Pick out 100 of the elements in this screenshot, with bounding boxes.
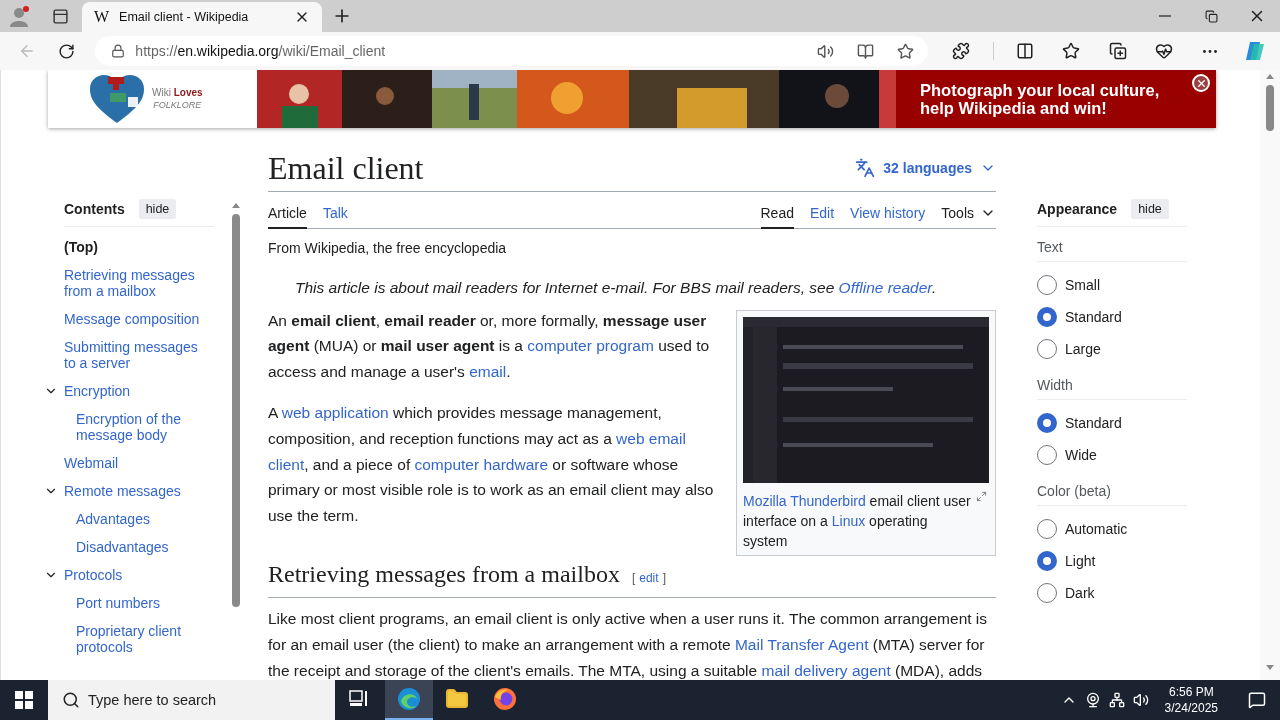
tab-title: Email client - Wikipedia [119,10,250,24]
tagline: From Wikipedia, the free encyclopedia [268,239,508,258]
hide-button[interactable]: hide [138,199,177,219]
lock-icon [111,44,126,58]
clock-date[interactable]: 3/24/2025 [1164,700,1218,716]
toc-link[interactable]: Port numbers [76,589,169,617]
page-tab[interactable]: Edit [809,192,835,229]
hatnote: This article is about mail readers for Internet e-mail. For BBS mail readers, see Offline reader. [294,278,938,298]
windows-logo-icon [15,691,33,709]
radio-button[interactable] [1037,445,1057,465]
logo-title: Wiki Loves [152,87,203,99]
close-icon [1195,77,1207,89]
page-tab[interactable]: Read [760,192,794,229]
radio-button[interactable] [1037,583,1057,603]
contents-title: Contents [64,201,125,217]
search-icon [62,691,80,709]
link[interactable]: Offline reader [838,279,932,296]
task-view-icon [349,690,369,708]
more-icon [1203,49,1218,53]
toc-link[interactable]: Retrieving messages from a mailbox [64,261,214,305]
profile-icon[interactable] [9,5,31,27]
radio-button[interactable] [1037,275,1057,295]
option-label: Large [1065,341,1101,357]
link[interactable]: Linux [831,512,866,529]
search-field[interactable]: Type here to search [48,680,335,720]
option-label: Small [1065,277,1100,293]
option-label: Standard [1065,309,1122,325]
star-icon [896,42,914,60]
heart-puzzle-logo [88,73,146,125]
folder-icon [445,687,469,711]
copilot-icon [1243,40,1266,62]
network-icon[interactable] [1108,692,1125,708]
scrollbar[interactable] [1260,70,1280,680]
option-label: Wide [1065,447,1097,463]
option-label: Standard [1065,415,1122,431]
hide-button[interactable]: hide [1131,199,1169,219]
toc-link[interactable]: Advantages [76,505,158,533]
toc-link[interactable]: Protocols [64,561,131,589]
edge-icon [397,687,421,711]
heart-pulse-icon [1154,42,1173,60]
browser-tab[interactable]: W Email client - Wikipedia [82,2,322,32]
close-button[interactable] [1192,74,1210,92]
page-tab[interactable]: Talk [322,192,348,229]
logo-subtitle: FOLKLORE [153,99,202,111]
toc-link[interactable]: Webmail [64,449,127,477]
edit-link[interactable]: edit [639,563,659,594]
reload-icon [57,42,75,60]
url-text: https://en.wikipedia.org/wiki/Email_client [135,43,387,59]
link[interactable]: web application [281,404,389,422]
link[interactable]: web email [616,429,686,447]
radio-button[interactable] [1037,519,1057,539]
tab-actions-icon[interactable] [51,7,69,25]
minimize-icon [1159,15,1171,17]
option-label: Dark [1065,585,1095,601]
puzzle-icon [952,42,971,60]
translate-icon [855,158,876,178]
link[interactable]: mail delivery agent [761,661,891,679]
link[interactable]: email [469,362,507,380]
volume-icon[interactable] [1132,692,1149,708]
enlarge-icon[interactable] [976,490,987,502]
link[interactable]: computer program [527,337,654,355]
toc-link[interactable]: Encryption [64,377,139,405]
bracket: [ [631,570,636,588]
speaker-icon [816,42,834,60]
link[interactable]: Mozilla Thunderbird [743,492,866,509]
paragraph: Like most client programs, an email client is only active when a user runs it. The common arrangement is for an email user (the client) to make an arrangement with a remote Mail Transfer Agent (MTA) server for the receipt and storage of the client's emails. The MTA, using a suitable mail delivery agent (MDA), adds [268,609,989,680]
toc-link[interactable]: Message composition [64,305,208,333]
page-tab[interactable]: View history [850,192,926,229]
address-field[interactable]: https://en.wikipedia.org/wiki/Email_client [95,36,929,66]
radio-button[interactable] [1037,551,1057,571]
languages-button[interactable]: 32 languages [855,158,996,178]
link[interactable]: Mail Transfer Agent [734,635,869,653]
group-label: Color (beta) [1037,477,1187,506]
toc-link[interactable]: (Top) [64,233,106,261]
clock-time[interactable]: 6:56 PM [1168,684,1214,700]
toc-link[interactable]: Proprietary client protocols [76,617,214,661]
toc-link[interactable]: Remote messages [64,477,189,505]
message-icon [1248,691,1266,709]
toc-link[interactable]: Disadvantages [76,533,177,561]
page-tab[interactable]: Article [268,192,307,229]
group-label: Text [1037,233,1187,262]
link[interactable]: computer hardware [414,455,549,473]
radio-button[interactable] [1037,307,1057,327]
paragraph: An email client, email reader or, more formally, message user agent (MUA) or mail user agent is a computer program used to access and manage a user's email. [268,310,711,382]
figure-caption: Mozilla Thunderbird email client user interface on a Linux operating system [743,486,989,551]
option-label: Automatic [1065,521,1128,537]
star-icon [1062,42,1081,60]
radio-button[interactable] [1037,413,1057,433]
radio-button[interactable] [1037,339,1057,359]
tools-menu[interactable]: Tools [941,192,996,228]
group-label: Width [1037,371,1187,400]
firefox-icon [493,687,517,711]
split-screen-icon [1015,42,1034,60]
toc-link[interactable]: Encryption of the message body [76,405,214,449]
option-label: Light [1065,553,1096,569]
collections-icon [1108,42,1127,60]
webcam-icon[interactable] [1084,692,1101,708]
toc-link[interactable]: Submitting messages to a server [64,333,214,377]
page-title: Email client [268,149,424,188]
bracket: ] [662,570,666,588]
